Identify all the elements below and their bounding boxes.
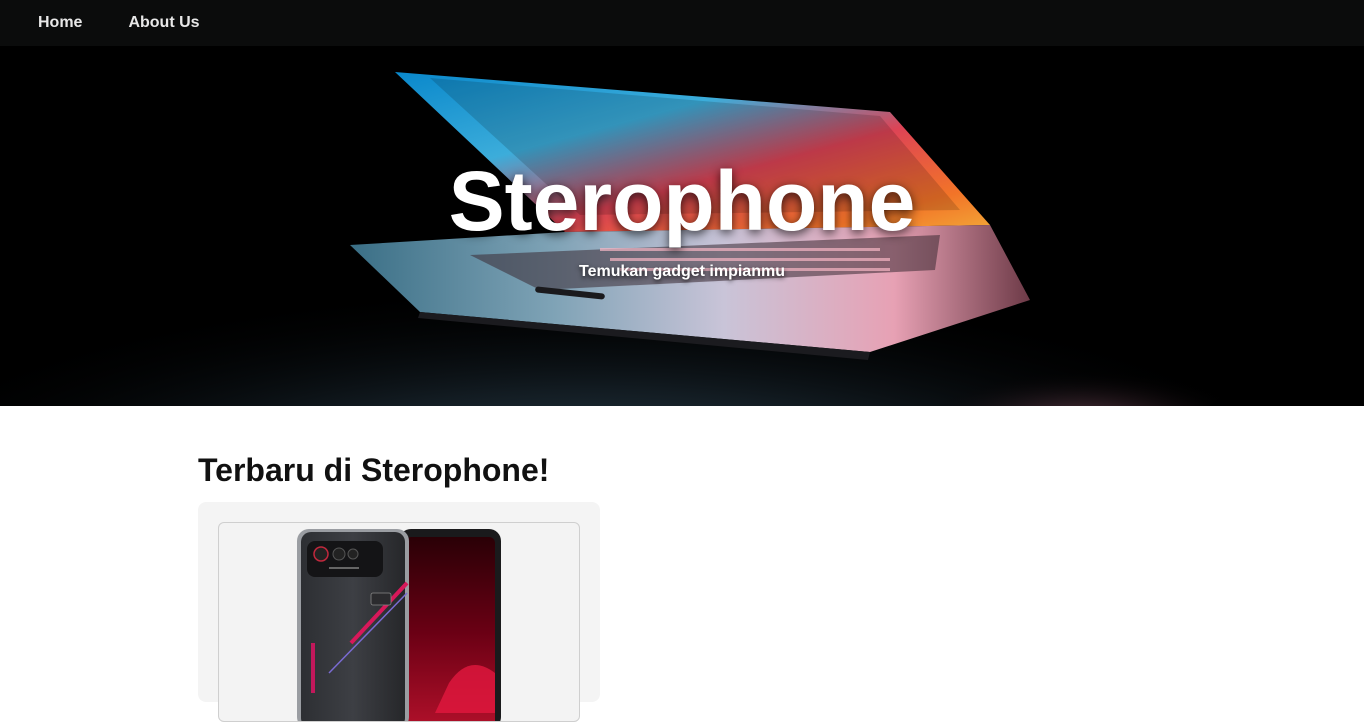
nav-about-us-link[interactable]: About Us xyxy=(128,14,199,32)
hero-banner: Sterophone Temukan gadget impianmu xyxy=(0,0,1364,406)
phone-product-image xyxy=(297,529,501,721)
product-image-frame[interactable] xyxy=(218,522,580,722)
hero-title: Sterophone xyxy=(448,154,916,248)
hero-subtitle: Temukan gadget impianmu xyxy=(579,263,785,280)
product-card[interactable] xyxy=(198,502,600,722)
latest-section-heading: Terbaru di Sterophone! xyxy=(198,452,550,488)
top-navigation: Home About Us xyxy=(0,0,1364,46)
nav-home-link[interactable]: Home xyxy=(38,14,82,32)
